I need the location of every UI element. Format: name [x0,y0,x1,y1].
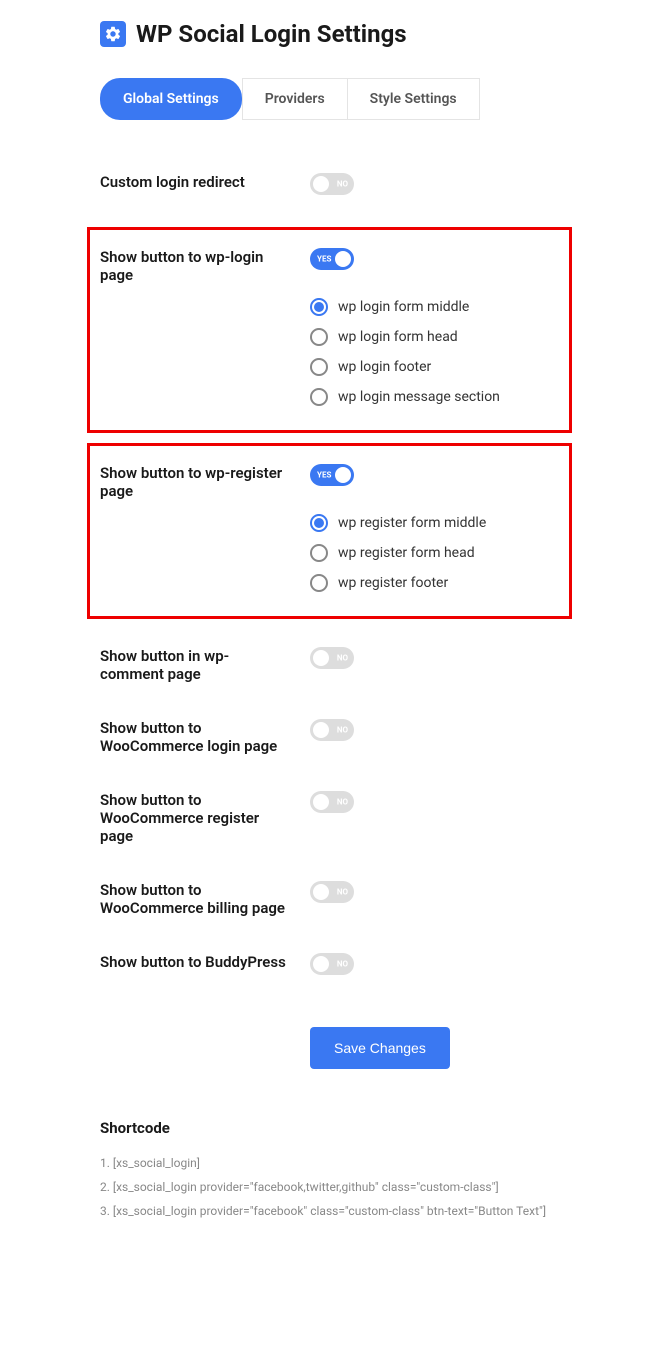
toggle-text: YES [317,255,331,264]
toggle-knob [335,467,351,483]
radio-label: wp register footer [338,575,448,591]
setting-custom-redirect: Custom login redirect NO [100,155,559,217]
toggle-custom-redirect[interactable]: NO [310,173,354,195]
toggle-text: YES [317,471,331,480]
page-title: WP Social Login Settings [136,20,407,48]
radio-icon [310,514,328,532]
toggle-text: NO [337,726,348,735]
shortcode-item: 3. [xs_social_login provider="facebook" … [100,1199,559,1223]
radio-icon [310,298,328,316]
radio-label: wp register form middle [338,515,486,531]
radio-icon [310,328,328,346]
tab-providers[interactable]: Providers [242,78,348,120]
toggle-text: NO [337,798,348,807]
toggle-buddypress[interactable]: NO [310,953,354,975]
page-header: WP Social Login Settings [100,20,559,48]
shortcode-title: Shortcode [100,1119,559,1137]
setting-label: Show button to BuddyPress [100,953,310,979]
setting-label: Show button to WooCommerce billing page [100,881,310,917]
radio-label: wp register form head [338,545,475,561]
setting-label: Show button to WooCommerce login page [100,719,310,755]
radio-list-wp-register: wp register form middle wp register form… [310,508,559,598]
toggle-text: NO [337,888,348,897]
toggle-knob [335,251,351,267]
setting-woo-login: Show button to WooCommerce login page NO [100,701,559,773]
toggle-knob [313,794,329,810]
toggle-knob [313,956,329,972]
setting-label: Show button to wp-login page [100,248,310,412]
toggle-wp-login[interactable]: YES [310,248,354,270]
toggle-knob [313,884,329,900]
setting-woo-register: Show button to WooCommerce register page… [100,773,559,863]
toggle-woo-register[interactable]: NO [310,791,354,813]
toggle-knob [313,650,329,666]
radio-icon [310,388,328,406]
setting-wp-comment: Show button in wp-comment page NO [100,629,559,701]
shortcode-item: 1. [xs_social_login] [100,1151,559,1175]
setting-wp-login: Show button to wp-login page YES wp logi… [87,227,572,433]
shortcode-item: 2. [xs_social_login provider="facebook,t… [100,1175,559,1199]
tab-global-settings[interactable]: Global Settings [100,78,242,120]
toggle-text: NO [337,180,348,189]
toggle-woo-login[interactable]: NO [310,719,354,741]
radio-icon [310,358,328,376]
radio-item[interactable]: wp register form head [310,538,559,568]
radio-label: wp login form middle [338,299,469,315]
toggle-text: NO [337,960,348,969]
toggle-knob [313,176,329,192]
tabs-bar: Global Settings Providers Style Settings [100,78,559,120]
radio-item[interactable]: wp login footer [310,352,559,382]
setting-label: Show button to wp-register page [100,464,310,598]
tab-style-settings[interactable]: Style Settings [348,78,480,120]
radio-icon [310,544,328,562]
setting-woo-billing: Show button to WooCommerce billing page … [100,863,559,935]
radio-label: wp login message section [338,389,500,405]
toggle-wp-comment[interactable]: NO [310,647,354,669]
gear-icon [100,21,126,47]
save-button[interactable]: Save Changes [310,1027,450,1069]
shortcode-section: Shortcode 1. [xs_social_login] 2. [xs_so… [100,1119,559,1223]
radio-item[interactable]: wp register form middle [310,508,559,538]
radio-item[interactable]: wp login form head [310,322,559,352]
setting-wp-register: Show button to wp-register page YES wp r… [87,443,572,619]
save-row: Save Changes [100,997,559,1109]
radio-icon [310,574,328,592]
radio-item[interactable]: wp login message section [310,382,559,412]
radio-list-wp-login: wp login form middle wp login form head … [310,292,559,412]
radio-item[interactable]: wp login form middle [310,292,559,322]
setting-buddypress: Show button to BuddyPress NO [100,935,559,997]
setting-label: Show button to WooCommerce register page [100,791,310,845]
setting-label: Custom login redirect [100,173,310,199]
radio-label: wp login form head [338,329,458,345]
toggle-wp-register[interactable]: YES [310,464,354,486]
toggle-text: NO [337,654,348,663]
setting-label: Show button in wp-comment page [100,647,310,683]
toggle-knob [313,722,329,738]
toggle-woo-billing[interactable]: NO [310,881,354,903]
radio-item[interactable]: wp register footer [310,568,559,598]
radio-label: wp login footer [338,359,431,375]
